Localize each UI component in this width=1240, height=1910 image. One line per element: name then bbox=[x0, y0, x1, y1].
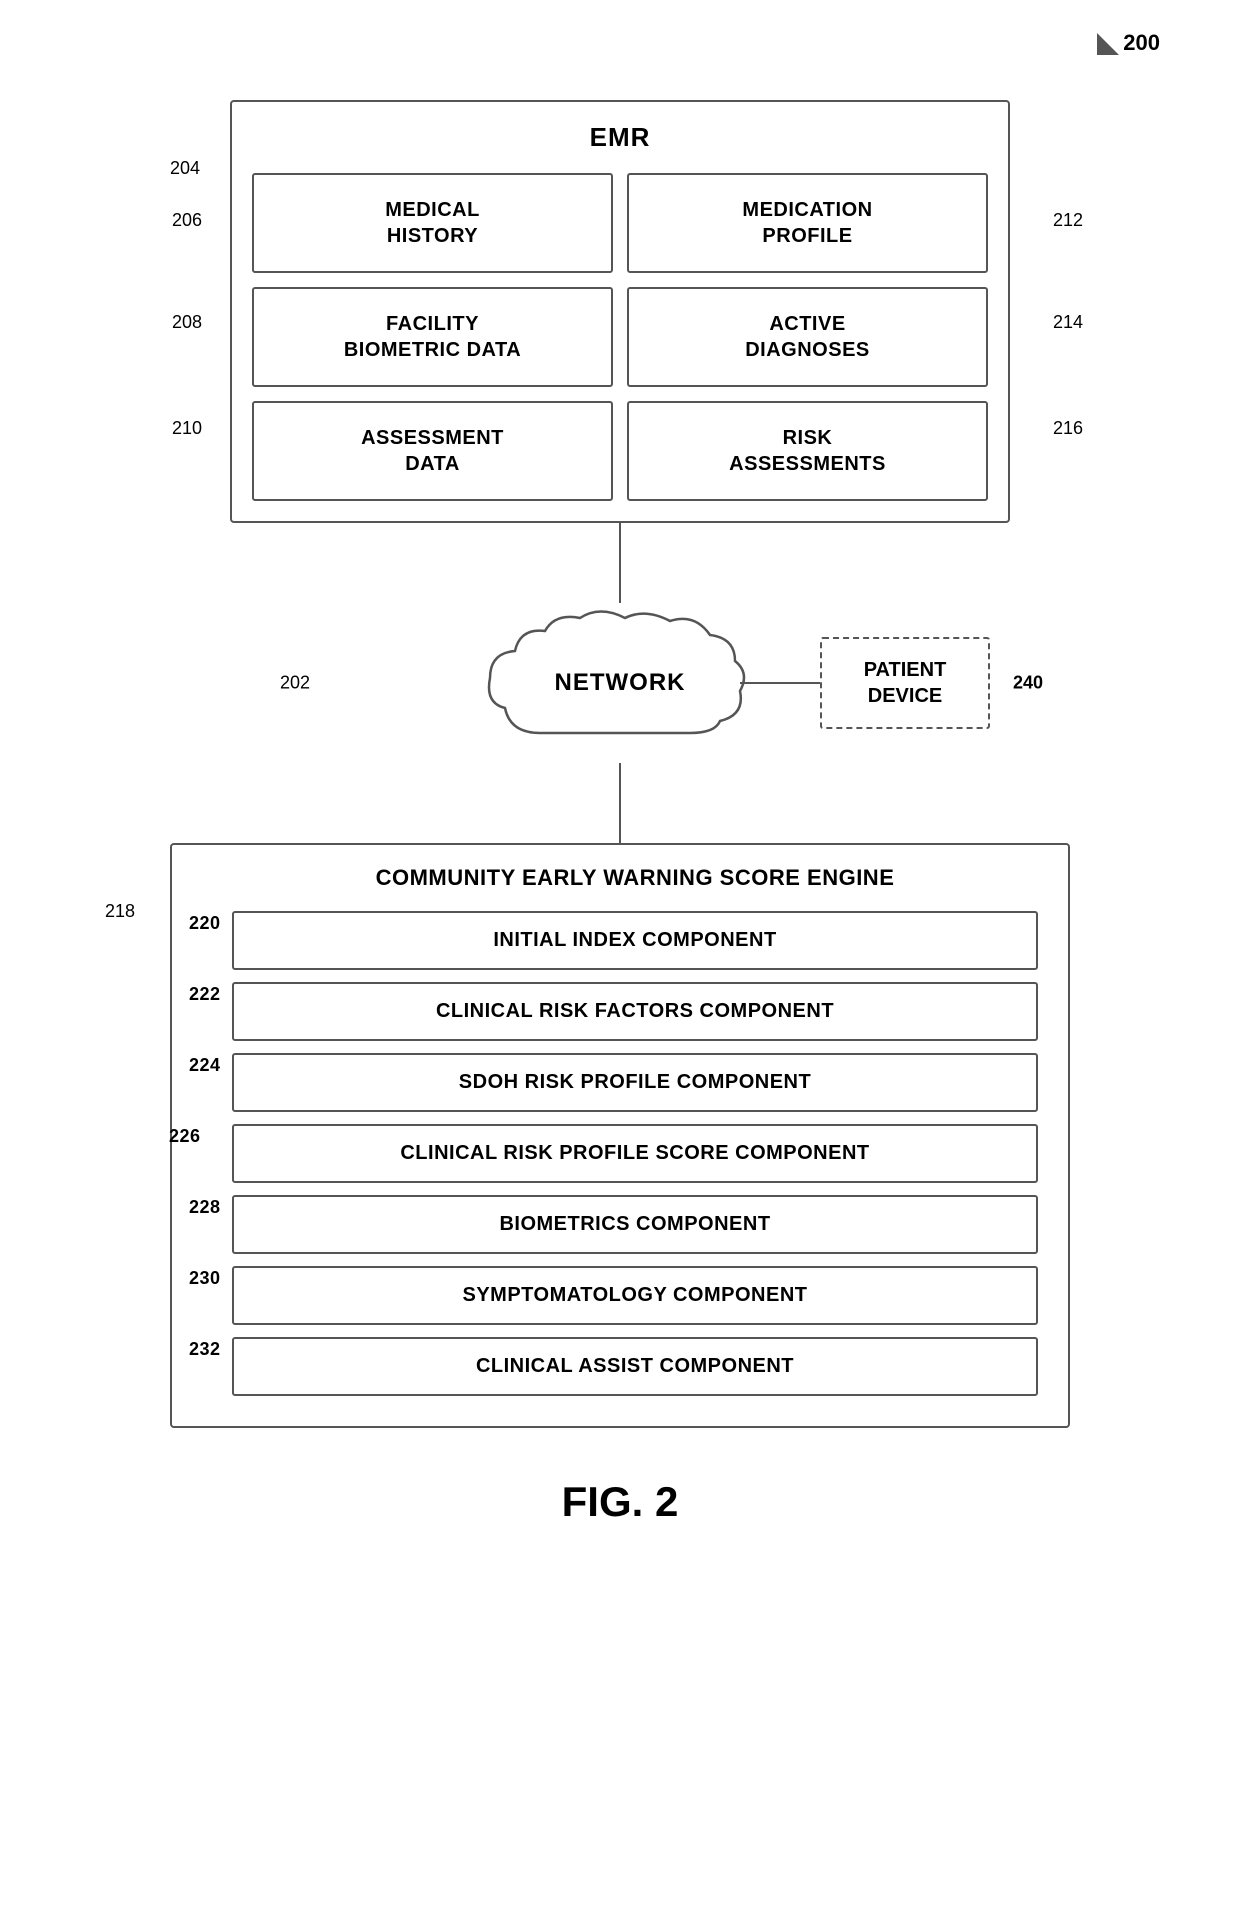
emr-outer-box: EMR 206 208 210 212 214 216 MEDICALHISTO… bbox=[230, 100, 1010, 523]
cews-component-symptomatology: 230 SYMPTOMATOLOGY COMPONENT bbox=[232, 1266, 1038, 1325]
ref-228-label: 228 bbox=[189, 1197, 221, 1218]
ref-232-label: 232 bbox=[189, 1339, 221, 1360]
figure-label: FIG. 2 bbox=[562, 1478, 679, 1526]
patient-device-box: PATIENTDEVICE 240 bbox=[820, 637, 990, 729]
emr-cell-facility-biometric: FACILITYBIOMETRIC DATA bbox=[252, 287, 613, 387]
ref-204: 204 bbox=[170, 158, 200, 179]
ref-230-label: 230 bbox=[189, 1268, 221, 1289]
ref-218: 218 bbox=[105, 901, 135, 922]
page: 200 204 EMR 206 208 210 212 214 216 MEDI… bbox=[0, 0, 1240, 1910]
emr-cell-assessment-data: ASSESSMENTDATA bbox=[252, 401, 613, 501]
connector-cloud-patient bbox=[740, 682, 820, 684]
cews-component-clinical-risk-profile-score: 226 CLINICAL RISK PROFILE SCORE COMPONEN… bbox=[232, 1124, 1038, 1183]
emr-cell-risk-assessments: RISKASSESSMENTS bbox=[627, 401, 988, 501]
emr-cell-medical-history: MEDICALHISTORY bbox=[252, 173, 613, 273]
ref-226-label: 226 bbox=[169, 1126, 201, 1147]
cews-component-clinical-assist: 232 CLINICAL ASSIST COMPONENT bbox=[232, 1337, 1038, 1396]
ref-224-label: 224 bbox=[189, 1055, 221, 1076]
cloud-shape: NETWORK bbox=[480, 603, 760, 763]
cews-component-initial-index: 220 INITIAL INDEX COMPONENT bbox=[232, 911, 1038, 970]
connector-emr-network bbox=[619, 523, 621, 603]
ref-206: 206 bbox=[172, 210, 202, 231]
emr-grid: MEDICALHISTORY MEDICATIONPROFILE FACILIT… bbox=[252, 173, 988, 501]
connector-network-cews bbox=[619, 763, 621, 843]
ref-212: 212 bbox=[1053, 210, 1083, 231]
cloud-container: 202 NETWORK PATIENTDEVICE 240 bbox=[230, 603, 1010, 763]
network-section: 202 NETWORK PATIENTDEVICE 240 bbox=[230, 603, 1010, 763]
cews-section: 218 COMMUNITY EARLY WARNING SCORE ENGINE… bbox=[170, 843, 1070, 1428]
cews-component-sdoh: 224 SDOH RISK PROFILE COMPONENT bbox=[232, 1053, 1038, 1112]
ref-208: 208 bbox=[172, 312, 202, 333]
ref-214: 214 bbox=[1053, 312, 1083, 333]
ref-240: 240 bbox=[1013, 671, 1043, 694]
cews-component-biometrics: 228 BIOMETRICS COMPONENT bbox=[232, 1195, 1038, 1254]
emr-cell-medication-profile: MEDICATIONPROFILE bbox=[627, 173, 988, 273]
cews-components: 220 INITIAL INDEX COMPONENT 222 CLINICAL… bbox=[232, 911, 1038, 1396]
cews-title: COMMUNITY EARLY WARNING SCORE ENGINE bbox=[232, 865, 1038, 891]
figure-number-200: 200 bbox=[1097, 30, 1160, 56]
cews-outer-box: COMMUNITY EARLY WARNING SCORE ENGINE 220… bbox=[170, 843, 1070, 1428]
ref-210: 210 bbox=[172, 418, 202, 439]
ref-216: 216 bbox=[1053, 418, 1083, 439]
emr-cell-active-diagnoses: ACTIVEDIAGNOSES bbox=[627, 287, 988, 387]
ref-220-label: 220 bbox=[189, 913, 221, 934]
network-label: NETWORK bbox=[555, 669, 686, 697]
emr-title: EMR bbox=[252, 122, 988, 153]
ref-222-label: 222 bbox=[189, 984, 221, 1005]
emr-section: 204 EMR 206 208 210 212 214 216 MEDICALH… bbox=[230, 100, 1010, 523]
ref-202: 202 bbox=[280, 673, 310, 694]
cews-component-clinical-risk-factors: 222 CLINICAL RISK FACTORS COMPONENT bbox=[232, 982, 1038, 1041]
